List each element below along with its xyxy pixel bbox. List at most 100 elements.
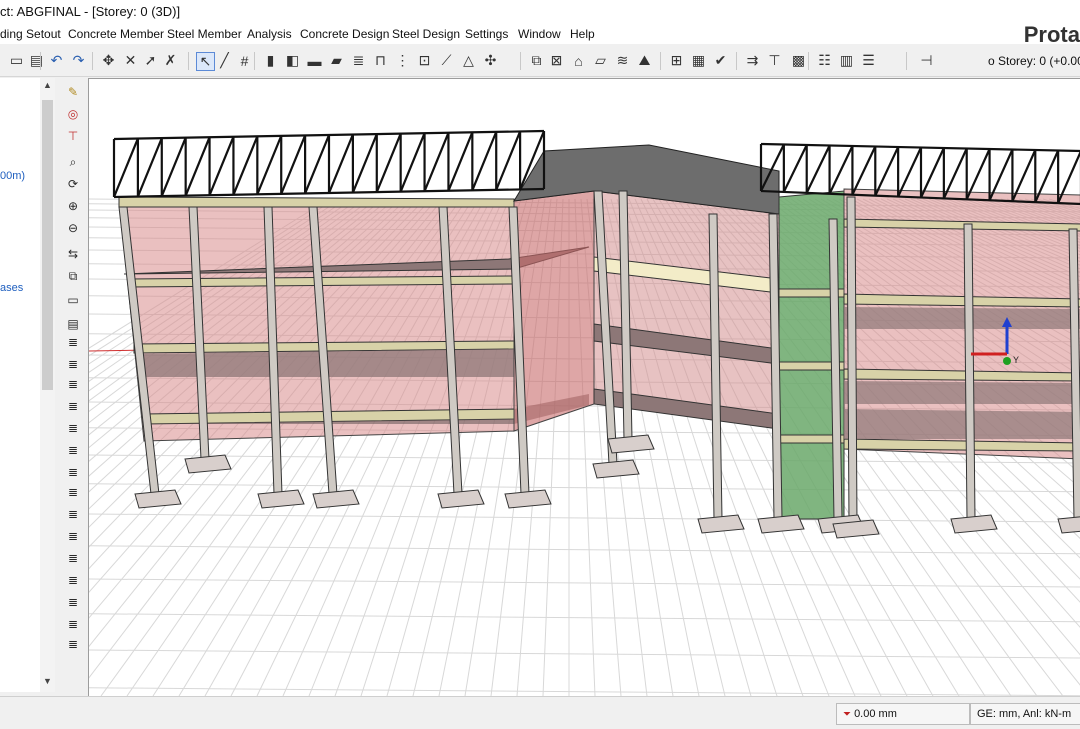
- menu-concrete-design[interactable]: Concrete Design: [300, 27, 389, 41]
- view-icon[interactable]: ⧉: [64, 268, 82, 284]
- section-icon[interactable]: ▭: [64, 292, 82, 308]
- move-icon[interactable]: ✣: [482, 52, 499, 69]
- wall-icon[interactable]: ◧: [284, 52, 301, 69]
- undo-icon[interactable]: ↶: [48, 52, 65, 69]
- save-icon[interactable]: ▤: [28, 52, 45, 69]
- toolbar-separator: [808, 52, 809, 70]
- rebar-icon[interactable]: ⋮: [394, 52, 411, 69]
- stair-icon[interactable]: ≣: [350, 52, 367, 69]
- zoom-icon[interactable]: ⌕: [64, 154, 82, 170]
- storey-icon[interactable]: ⊣: [918, 52, 935, 69]
- table-icon[interactable]: ☷: [816, 52, 833, 69]
- menu-steel-design[interactable]: Steel Design: [392, 27, 460, 41]
- storey-selector[interactable]: o Storey: 0 (+0.00: [988, 54, 1080, 68]
- menu-window[interactable]: Window: [518, 27, 561, 41]
- redo-icon[interactable]: ↷: [70, 52, 87, 69]
- stack-icon[interactable]: ≣: [64, 528, 82, 544]
- stack-icon[interactable]: ≣: [64, 636, 82, 652]
- truss-icon[interactable]: △: [460, 52, 477, 69]
- stack-icon[interactable]: ≣: [64, 398, 82, 414]
- brace-icon[interactable]: ⟋: [438, 52, 455, 69]
- opening-icon[interactable]: ⊡: [416, 52, 433, 69]
- tree-fragment-cases[interactable]: ases: [0, 282, 23, 294]
- roof-truss-left: [112, 129, 546, 199]
- stack-icon[interactable]: ≣: [64, 376, 82, 392]
- roof-icon[interactable]: ⌂: [570, 52, 587, 69]
- footing: [697, 514, 745, 534]
- node-icon[interactable]: ✥: [100, 52, 117, 69]
- stack-icon[interactable]: ≣: [64, 506, 82, 522]
- zoom-in-icon[interactable]: ⊕: [64, 198, 82, 214]
- stack-icon[interactable]: ≣: [64, 420, 82, 436]
- stack-icon[interactable]: ≣: [64, 442, 82, 458]
- middle-wing: [513, 144, 780, 432]
- layer-icon[interactable]: ▤: [64, 316, 82, 332]
- truss-member: [280, 135, 307, 195]
- pan-icon[interactable]: ⇆: [64, 246, 82, 262]
- stack-icon[interactable]: ≣: [64, 484, 82, 500]
- pointer-icon[interactable]: ↖: [196, 52, 215, 71]
- tree-fragment-storey[interactable]: 00m): [0, 170, 25, 182]
- model-3d-viewport[interactable]: Y: [88, 78, 1080, 696]
- column-icon[interactable]: ▮: [262, 52, 279, 69]
- menu-analysis[interactable]: Analysis: [247, 27, 292, 41]
- truss-member: [782, 144, 808, 193]
- stack-icon[interactable]: ≣: [64, 572, 82, 588]
- menu-help[interactable]: Help: [570, 27, 595, 41]
- panel-scrollbar[interactable]: ▲ ▼: [40, 78, 55, 692]
- pile-icon[interactable]: ≋: [614, 52, 631, 69]
- menu-concrete-member[interactable]: Concrete Member: [68, 27, 164, 41]
- footing: [592, 459, 640, 479]
- select-icon[interactable]: ➚: [142, 52, 159, 69]
- beam-icon[interactable]: ▬: [306, 52, 323, 69]
- menu-steel-member[interactable]: Steel Member: [167, 27, 242, 41]
- copy-icon[interactable]: ⧉: [528, 52, 545, 69]
- menu-bar: ding Setout Concrete Member Steel Member…: [0, 24, 1080, 44]
- grid-line: [89, 483, 1080, 493]
- stack-icon[interactable]: ≣: [64, 594, 82, 610]
- mountain-icon[interactable]: ⛰: [636, 52, 653, 69]
- frame-icon[interactable]: ⊓: [372, 52, 389, 69]
- model-canvas[interactable]: Y: [89, 79, 1080, 696]
- load-icon[interactable]: ⇉: [744, 52, 761, 69]
- grid-line: [89, 687, 1080, 696]
- truss-member: [399, 132, 426, 193]
- truss-member: [160, 137, 187, 197]
- layers-icon[interactable]: ▥: [838, 52, 855, 69]
- stack-icon[interactable]: ≣: [64, 464, 82, 480]
- zoom-out-icon[interactable]: ⊖: [64, 220, 82, 236]
- grid-icon[interactable]: #: [236, 52, 253, 69]
- elevation-icon: ⏷: [843, 709, 851, 720]
- units-value: GE: mm, Anl: kN-m: [977, 708, 1072, 720]
- brand-logo: Prota: [1023, 22, 1080, 47]
- stack-icon[interactable]: ≣: [64, 550, 82, 566]
- measure-icon[interactable]: ⊠: [548, 52, 565, 69]
- footing-icon[interactable]: ▱: [592, 52, 609, 69]
- dimension-icon[interactable]: ⊤: [64, 128, 82, 144]
- project-tree-panel: 00m) ases: [0, 78, 41, 692]
- pencil-icon[interactable]: ✎: [64, 84, 82, 100]
- menu-settings[interactable]: Settings: [465, 27, 508, 41]
- main-toolbar: ▭ ▤ ↶ ↷ ✥ ✕ ➚ ✗ ↖ ╱ # ▮ ◧ ▬ ▰ ≣ ⊓ ⋮ ⊡ ⟋ △ ✣ ⧉ ⊠ ⌂ ▱ ≋ ⛰ ⊞ ▦ ✔ ⇉ ⊤ ▩ ☷ ▥ ☰ ⊣: [0, 46, 1080, 77]
- rotate-icon[interactable]: ⟳: [64, 176, 82, 192]
- menu-building-setout[interactable]: ding Setout: [0, 27, 61, 41]
- stack-icon[interactable]: ≣: [64, 334, 82, 350]
- remove-icon[interactable]: ✗: [162, 52, 179, 69]
- lattice-icon[interactable]: ▦: [690, 52, 707, 69]
- scroll-thumb[interactable]: [42, 100, 53, 390]
- stack-icon[interactable]: ≣: [64, 356, 82, 372]
- stack-icon[interactable]: ≣: [64, 616, 82, 632]
- elevation-value: 0.00 mm: [854, 708, 897, 720]
- check-icon[interactable]: ✔: [712, 52, 729, 69]
- folder-icon[interactable]: ▭: [8, 52, 25, 69]
- scroll-down-icon[interactable]: ▼: [42, 676, 53, 686]
- support-icon[interactable]: ⊤: [766, 52, 783, 69]
- delete-icon[interactable]: ✕: [122, 52, 139, 69]
- globe-icon[interactable]: ◎: [64, 106, 82, 122]
- mesh-icon[interactable]: ▩: [790, 52, 807, 69]
- slab-icon[interactable]: ▰: [328, 52, 345, 69]
- rafter-icon[interactable]: ⊞: [668, 52, 685, 69]
- line-icon[interactable]: ╱: [216, 52, 233, 69]
- list-icon[interactable]: ☰: [860, 52, 877, 69]
- scroll-up-icon[interactable]: ▲: [42, 80, 53, 90]
